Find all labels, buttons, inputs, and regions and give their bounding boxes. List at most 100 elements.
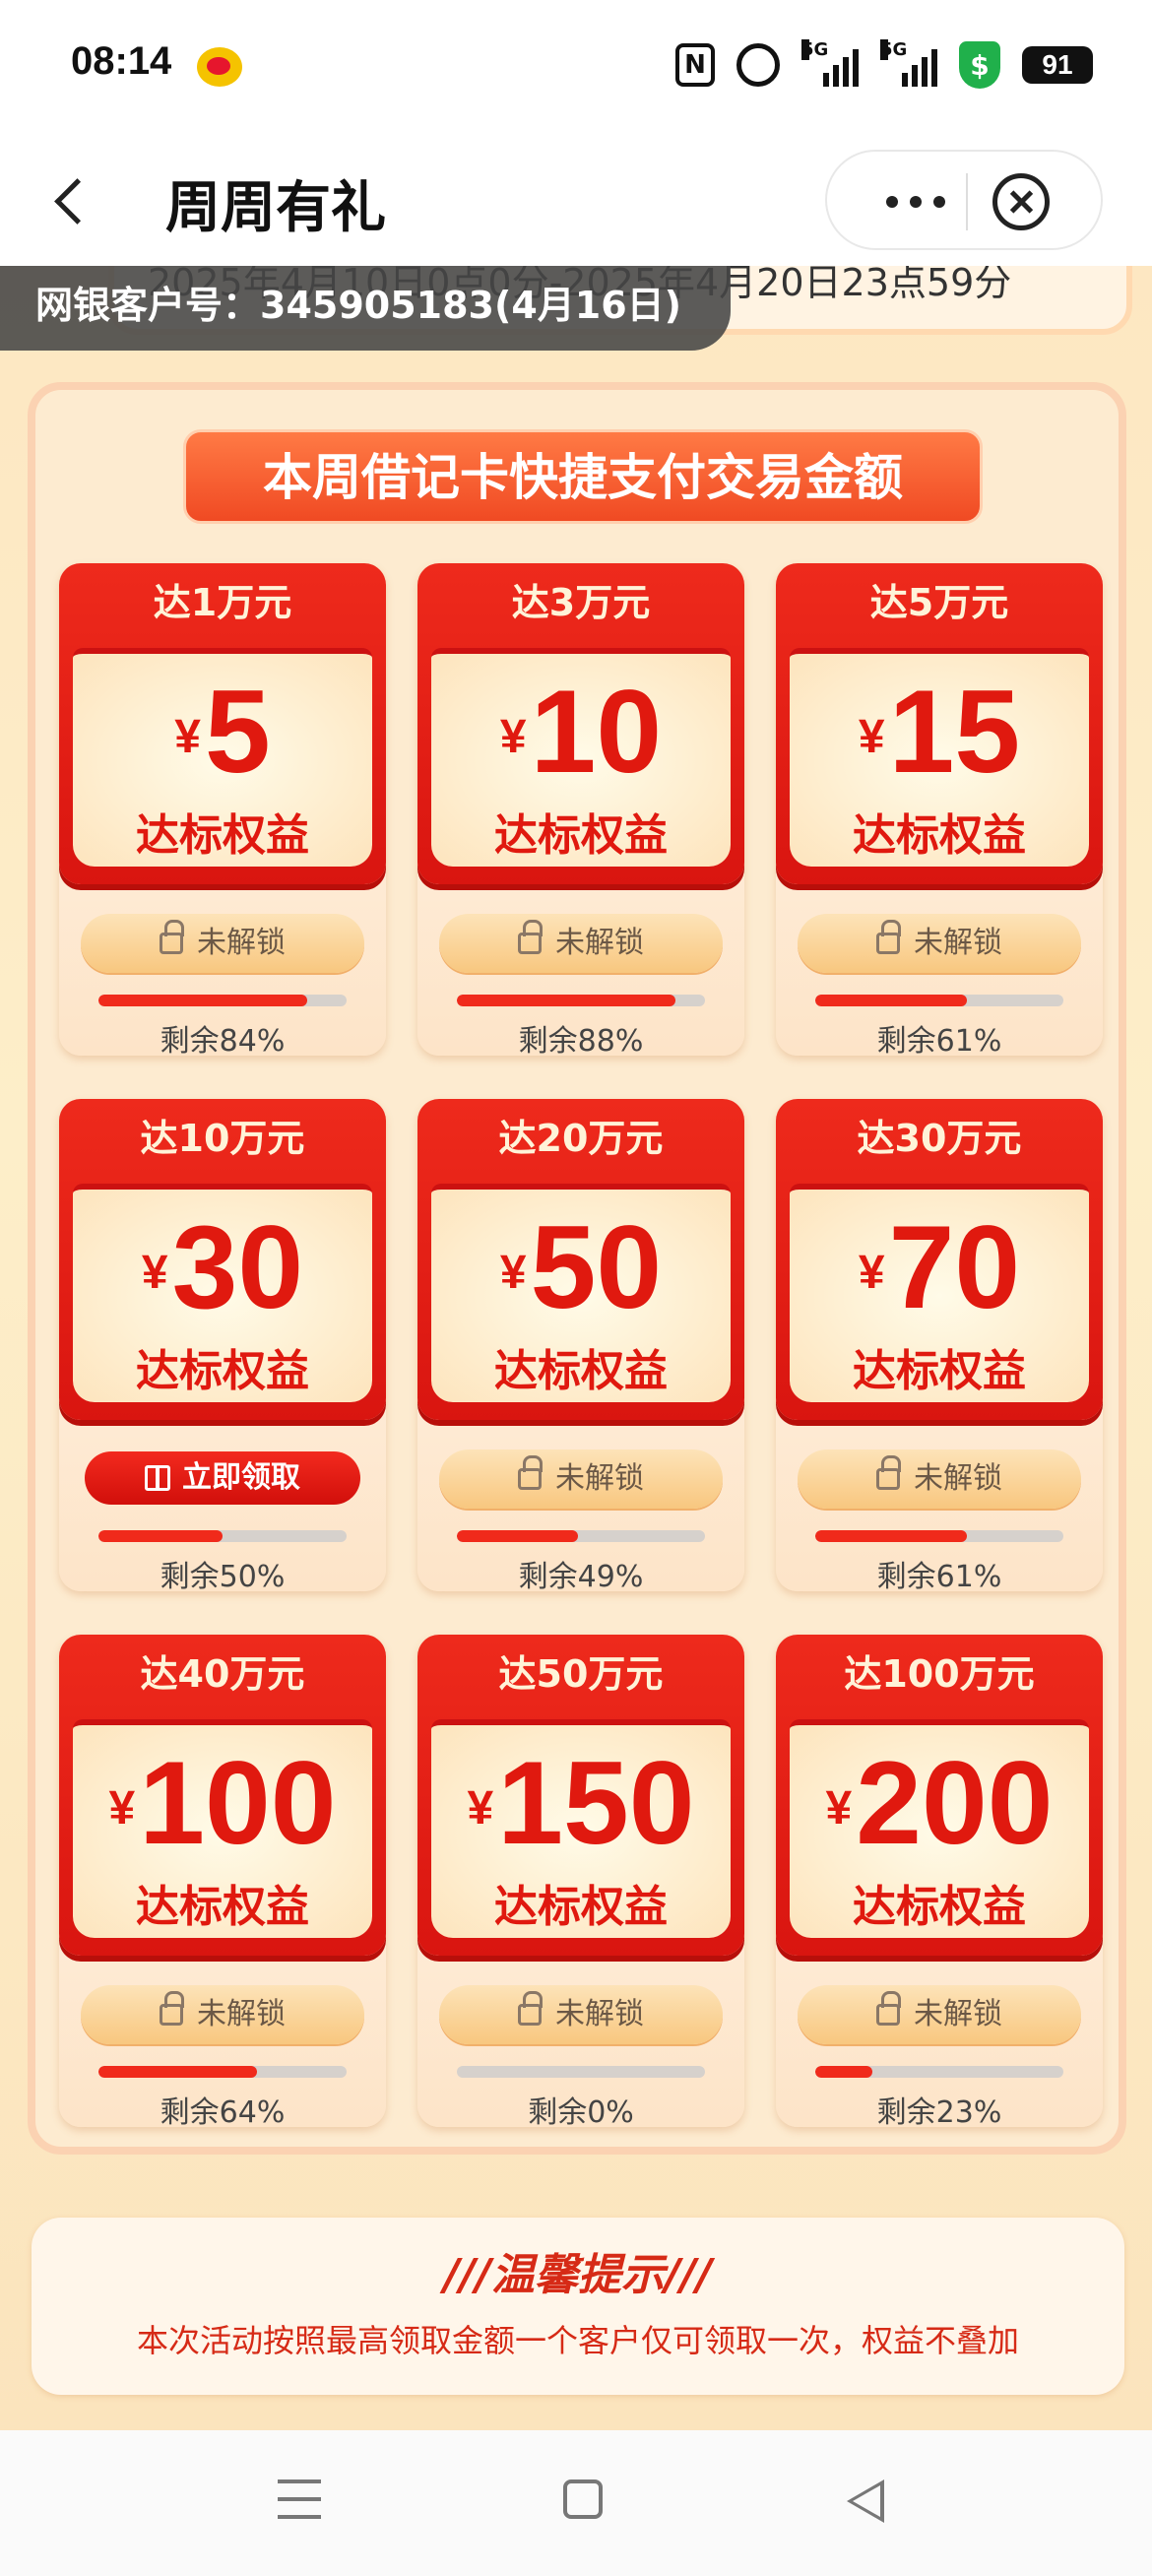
- remaining-progress-fill: [457, 1530, 579, 1542]
- lock-icon: [876, 1455, 901, 1490]
- reward-inner: ¥150 达标权益: [431, 1719, 731, 1938]
- security-shield-icon: $: [959, 41, 1000, 89]
- battery-icon: 91: [1022, 46, 1093, 84]
- reward-threshold: 达30万元: [857, 1117, 1022, 1160]
- locked-button[interactable]: 未解锁: [81, 914, 364, 973]
- reward-amount: 10: [530, 666, 663, 798]
- reward-card-header: 达20万元 ¥50 达标权益: [417, 1099, 744, 1420]
- app-header: 周周有礼: [0, 138, 1152, 266]
- reward-amount: 50: [530, 1201, 663, 1333]
- lock-icon: [518, 920, 543, 954]
- reward-amount: 5: [204, 666, 271, 798]
- reward-card-header: 达50万元 ¥150 达标权益: [417, 1635, 744, 1956]
- reward-amount-line: ¥10: [431, 668, 731, 802]
- reward-threshold: 达5万元: [869, 581, 1009, 624]
- claim-now-button[interactable]: 立即领取: [85, 1451, 360, 1505]
- miniprogram-capsule: [825, 150, 1103, 250]
- reward-card[interactable]: 达3万元 ¥10 达标权益 未解锁 剩余88%: [417, 563, 744, 1059]
- reward-subtitle: 达标权益: [136, 1346, 309, 1396]
- locked-button[interactable]: 未解锁: [81, 1985, 364, 2044]
- reward-amount-line: ¥100: [73, 1739, 372, 1873]
- system-nav-bar: [0, 2430, 1152, 2576]
- lock-icon: [160, 920, 184, 954]
- page-content[interactable]: 2025年4月10日0点0分-2025年4月20日23点59分 网银客户号：34…: [0, 266, 1152, 2430]
- locked-button-label: 未解锁: [197, 926, 286, 960]
- currency-symbol: ¥: [858, 711, 885, 763]
- currency-symbol: ¥: [499, 1247, 527, 1299]
- status-bar: 08:14 N 5G 5G $ 91: [0, 0, 1152, 138]
- locked-button-label: 未解锁: [555, 926, 644, 960]
- reward-card[interactable]: 达10万元 ¥30 达标权益 立即领取 剩余50%: [59, 1099, 386, 1594]
- reward-inner: ¥15 达标权益: [790, 648, 1089, 867]
- more-icon[interactable]: [876, 187, 955, 217]
- locked-button[interactable]: 未解锁: [798, 914, 1081, 973]
- currency-symbol: ¥: [108, 1782, 136, 1835]
- back-icon[interactable]: [49, 175, 98, 225]
- remaining-text: 剩余50%: [160, 1560, 286, 1594]
- reward-card[interactable]: 达50万元 ¥150 达标权益未解锁剩余0%: [417, 1635, 744, 2130]
- reward-subtitle: 达标权益: [494, 1882, 668, 1932]
- currency-symbol: ¥: [499, 711, 527, 763]
- locked-button-label: 未解锁: [555, 1461, 644, 1496]
- reward-amount: 150: [497, 1737, 695, 1869]
- locked-button[interactable]: 未解锁: [798, 1985, 1081, 2044]
- remaining-text: 剩余49%: [518, 1560, 644, 1594]
- locked-button-label: 未解锁: [197, 1997, 286, 2031]
- reward-subtitle: 达标权益: [136, 810, 309, 861]
- reward-amount-line: ¥150: [431, 1739, 731, 1873]
- reward-inner: ¥100 达标权益: [73, 1719, 372, 1938]
- reward-card[interactable]: 达40万元 ¥100 达标权益 未解锁 剩余64%: [59, 1635, 386, 2130]
- currency-symbol: ¥: [825, 1782, 853, 1835]
- reward-card-header: 达40万元 ¥100 达标权益: [59, 1635, 386, 1956]
- reward-card[interactable]: 达1万元 ¥5 达标权益 未解锁 剩余84%: [59, 563, 386, 1059]
- lock-icon: [160, 1991, 184, 2026]
- reward-card-header: 达3万元 ¥10 达标权益: [417, 563, 744, 884]
- lock-icon: [876, 920, 901, 954]
- reward-subtitle: 达标权益: [853, 1882, 1026, 1932]
- close-icon[interactable]: [992, 173, 1050, 230]
- rewards-panel: 本周借记卡快捷支付交易金额 达1万元 ¥5 达标权益 未解锁 剩余84% 达3万元 ¥10 达…: [28, 382, 1126, 2155]
- reward-amount-line: ¥50: [431, 1203, 731, 1337]
- signal-label: 5G: [880, 39, 908, 60]
- reward-card[interactable]: 达20万元 ¥50 达标权益 未解锁 剩余49%: [417, 1099, 744, 1594]
- reward-card-header: 达100万元 ¥200 达标权益: [776, 1635, 1103, 1956]
- reward-card[interactable]: 达30万元 ¥70 达标权益 未解锁 剩余61%: [776, 1099, 1103, 1594]
- currency-symbol: ¥: [858, 1247, 885, 1299]
- reward-subtitle: 达标权益: [853, 810, 1026, 861]
- locked-button[interactable]: 未解锁: [439, 914, 723, 973]
- reward-card[interactable]: 达100万元 ¥200 达标权益 未解锁 剩余23%: [776, 1635, 1103, 2130]
- reward-subtitle: 达标权益: [494, 810, 668, 861]
- locked-button[interactable]: 未解锁: [439, 1985, 723, 2044]
- remaining-text: 剩余0%: [528, 2095, 634, 2130]
- remaining-progress-bar: [457, 995, 705, 1006]
- tips-title: ///温馨提示///: [443, 2250, 713, 2300]
- page-title: 周周有礼: [165, 176, 386, 240]
- locked-button[interactable]: 未解锁: [798, 1449, 1081, 1509]
- reward-subtitle: 达标权益: [136, 1882, 309, 1932]
- remaining-progress-bar: [815, 1530, 1063, 1542]
- locked-button[interactable]: 未解锁: [439, 1449, 723, 1509]
- reward-threshold: 达50万元: [498, 1652, 664, 1696]
- remaining-progress-bar: [98, 995, 347, 1006]
- capsule-divider: [966, 173, 968, 230]
- remaining-text: 剩余84%: [160, 1024, 286, 1059]
- remaining-progress-fill: [98, 1530, 223, 1542]
- reward-amount: 70: [888, 1201, 1021, 1333]
- nav-back-icon[interactable]: [847, 2479, 884, 2523]
- signal-icon: 5G: [880, 39, 937, 87]
- reward-threshold: 达20万元: [498, 1117, 664, 1160]
- remaining-text: 剩余64%: [160, 2095, 286, 2130]
- reward-inner: ¥200 达标权益: [790, 1719, 1089, 1938]
- signal-icon: 5G: [801, 39, 859, 87]
- remaining-progress-fill: [815, 2066, 872, 2078]
- currency-symbol: ¥: [141, 1247, 168, 1299]
- alarm-icon: [736, 43, 780, 87]
- reward-card[interactable]: 达5万元 ¥15 达标权益 未解锁 剩余61%: [776, 563, 1103, 1059]
- home-icon[interactable]: [563, 2479, 603, 2519]
- reward-card-header: 达30万元 ¥70 达标权益: [776, 1099, 1103, 1420]
- reward-amount: 30: [171, 1201, 304, 1333]
- locked-button-label: 未解锁: [914, 926, 1002, 960]
- menu-icon[interactable]: [278, 2479, 321, 2519]
- remaining-progress-bar: [457, 2066, 705, 2078]
- remaining-progress-fill: [457, 995, 675, 1006]
